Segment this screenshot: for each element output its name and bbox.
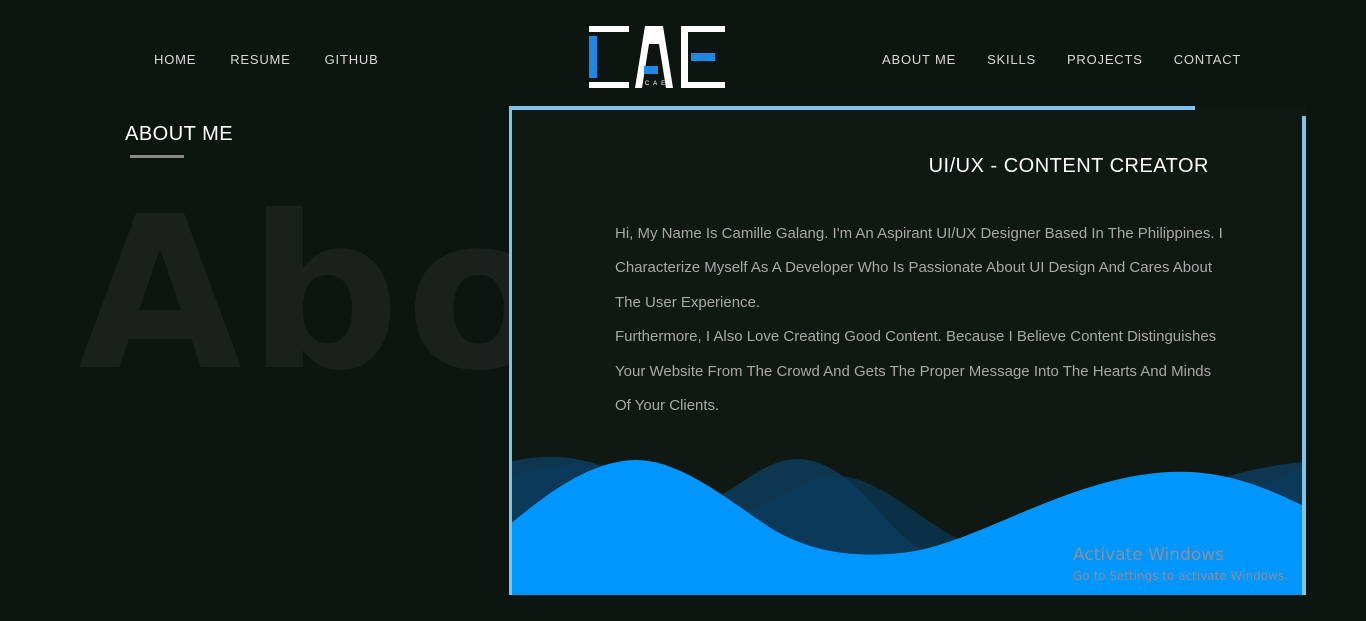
card-border-right	[1302, 116, 1306, 595]
nav-about-link[interactable]: ABOUT ME	[882, 52, 956, 67]
card-border-left	[509, 106, 512, 595]
card-heading: UI/UX - CONTENT CREATOR	[928, 155, 1209, 177]
about-paragraph-2: Furthermore, I Also Love Creating Good C…	[615, 328, 1217, 415]
watermark-subtitle: Go to Settings to activate Windows.	[1073, 569, 1288, 583]
card-body: Hi, My Name Is Camille Galang. I'm An As…	[615, 217, 1230, 423]
logo-subtext: CAE	[644, 81, 670, 87]
about-card: UI/UX - CONTENT CREATOR Hi, My Name Is C…	[509, 107, 1306, 595]
nav-resume-link[interactable]: RESUME	[230, 52, 290, 67]
card-border-top	[509, 106, 1195, 110]
page: HOME RESUME GITHUB CAE ABOUT ME SKILLS P…	[0, 0, 1366, 621]
nav-contact-link[interactable]: CONTACT	[1174, 52, 1241, 67]
watermark-title: Activate Windows	[1073, 545, 1224, 565]
nav-github-link[interactable]: GITHUB	[325, 52, 379, 67]
section-title-underline	[130, 155, 184, 158]
nav-right: ABOUT ME SKILLS PROJECTS CONTACT	[882, 52, 1272, 67]
nav-skills-link[interactable]: SKILLS	[987, 52, 1036, 67]
section-title: ABOUT ME	[125, 123, 234, 145]
about-paragraph-1: Hi, My Name Is Camille Galang. I'm An As…	[615, 225, 1223, 311]
nav-home-link[interactable]: HOME	[154, 52, 196, 67]
windows-activation-watermark: Activate Windows Go to Settings to activ…	[1073, 545, 1288, 583]
site-logo[interactable]: CAE	[587, 26, 727, 90]
nav-projects-link[interactable]: PROJECTS	[1067, 52, 1143, 67]
nav-left: HOME RESUME GITHUB	[154, 52, 413, 67]
